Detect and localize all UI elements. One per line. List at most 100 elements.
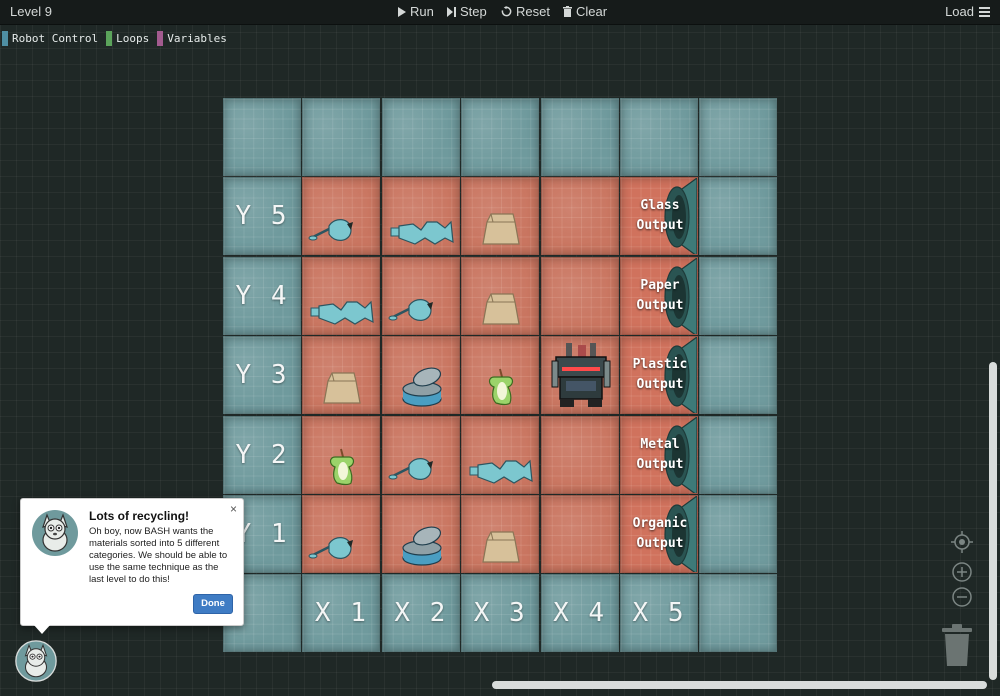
vertical-scrollbar[interactable] [989, 362, 997, 680]
wall-tile: Y 2 [223, 415, 301, 494]
wall-tile: X 3 [461, 574, 540, 653]
output-tile: Glass Output [620, 177, 698, 256]
zoom-in-icon[interactable] [952, 562, 972, 582]
wall-tile: X 5 [620, 574, 698, 653]
block-categories: Robot Control Loops Variables [2, 31, 227, 46]
load-label: Load [945, 4, 974, 19]
paper-item-icon [462, 178, 540, 256]
reset-button[interactable]: Reset [501, 4, 550, 19]
wall-tile [381, 98, 460, 176]
bash-avatar-icon [32, 510, 78, 556]
metal-item-icon [383, 337, 461, 415]
step-label: Step [460, 4, 487, 19]
metal-item-icon [383, 496, 461, 574]
output-tile: Paper Output [620, 256, 698, 335]
top-toolbar: Level 9 Run Step Reset Clear Load [0, 0, 1000, 25]
category-loops[interactable]: Loops [106, 31, 149, 46]
zoom-out-icon[interactable] [952, 587, 972, 607]
popup-message: Oh boy, now BASH wants the materials sor… [89, 526, 228, 585]
tutorial-popup: Lots of recycling! Oh boy, now BASH want… [20, 498, 244, 634]
floor-tile [540, 415, 619, 494]
output-tile: Organic Output [620, 495, 698, 573]
wall-tile: X 2 [381, 574, 460, 653]
floor-tile [461, 415, 540, 495]
floor-tile [461, 495, 540, 574]
floor-tile [302, 336, 381, 415]
floor-tile [540, 256, 619, 335]
plastic-item-icon [462, 417, 540, 495]
y-axis-label: Y 2 [235, 439, 289, 470]
x-axis-label: X 5 [632, 598, 686, 629]
category-swatch [157, 31, 164, 46]
floor-tile [381, 177, 461, 256]
wall-tile [699, 177, 778, 256]
bash-helper-icon[interactable] [15, 640, 57, 682]
category-robot-control[interactable]: Robot Control [2, 31, 98, 46]
category-label: Variables [167, 32, 227, 45]
wall-tile: Y 5 [223, 177, 301, 256]
wall-tile [699, 98, 778, 176]
wall-tile [540, 98, 619, 176]
wall-tile [699, 256, 778, 335]
paper-item-icon [462, 496, 540, 574]
wall-tile: Y 3 [223, 336, 301, 415]
wall-tile [699, 495, 778, 573]
close-icon[interactable]: × [230, 502, 237, 516]
floor-tile [381, 495, 461, 574]
wall-tile [461, 98, 540, 176]
game-board: Y 5 Glass Output Y 4 Paper Output Y 3 Plastic… [223, 98, 779, 654]
floor-tile [302, 256, 381, 336]
trash-icon[interactable] [940, 624, 974, 668]
category-swatch [106, 31, 113, 46]
plastic-item-icon [383, 178, 461, 256]
y-axis-label: Y 4 [235, 280, 289, 311]
floor-tile [540, 177, 619, 256]
organic-item-icon [303, 417, 381, 495]
popup-title: Lots of recycling! [89, 509, 190, 523]
floor-tile [302, 415, 381, 495]
run-label: Run [410, 4, 434, 19]
glass-item-icon [303, 178, 381, 256]
menu-icon [979, 6, 990, 17]
wall-tile [699, 336, 778, 415]
floor-tile [302, 177, 381, 256]
x-axis-label: X 4 [553, 598, 607, 629]
floor-tile [540, 495, 619, 573]
load-button[interactable]: Load [945, 4, 990, 19]
floor-tile [461, 177, 540, 256]
floor-tile [540, 336, 620, 415]
output-tile: Metal Output [620, 415, 698, 494]
glass-item-icon [383, 258, 461, 336]
floor-tile [461, 336, 540, 415]
category-label: Loops [116, 32, 150, 45]
floor-tile [381, 256, 461, 336]
step-button[interactable]: Step [447, 4, 487, 19]
reset-label: Reset [516, 4, 550, 19]
zoom-controls [951, 531, 973, 607]
floor-tile [302, 495, 381, 573]
robot-icon [542, 337, 620, 415]
wall-tile: X 1 [302, 574, 381, 653]
wall-tile [699, 574, 778, 653]
reset-icon [501, 6, 512, 17]
run-button[interactable]: Run [398, 4, 434, 19]
wall-tile [223, 98, 301, 176]
output-label: Plastic Output [632, 357, 688, 393]
floor-tile [381, 336, 461, 415]
clear-button[interactable]: Clear [563, 4, 607, 19]
wall-tile: Y 4 [223, 256, 301, 335]
x-axis-label: X 3 [473, 598, 527, 629]
output-label: Paper Output [636, 277, 684, 313]
recenter-icon[interactable] [951, 531, 973, 553]
y-axis-label: Y 5 [235, 201, 289, 232]
horizontal-scrollbar[interactable] [492, 681, 987, 689]
clear-label: Clear [576, 4, 608, 19]
trash-small-icon [563, 6, 572, 17]
plastic-item-icon [303, 258, 381, 336]
step-icon [447, 6, 456, 17]
x-axis-label: X 1 [314, 598, 368, 629]
done-button[interactable]: Done [193, 594, 233, 614]
category-variables[interactable]: Variables [157, 31, 227, 46]
level-title: Level 9 [10, 4, 52, 19]
play-icon [398, 6, 406, 17]
